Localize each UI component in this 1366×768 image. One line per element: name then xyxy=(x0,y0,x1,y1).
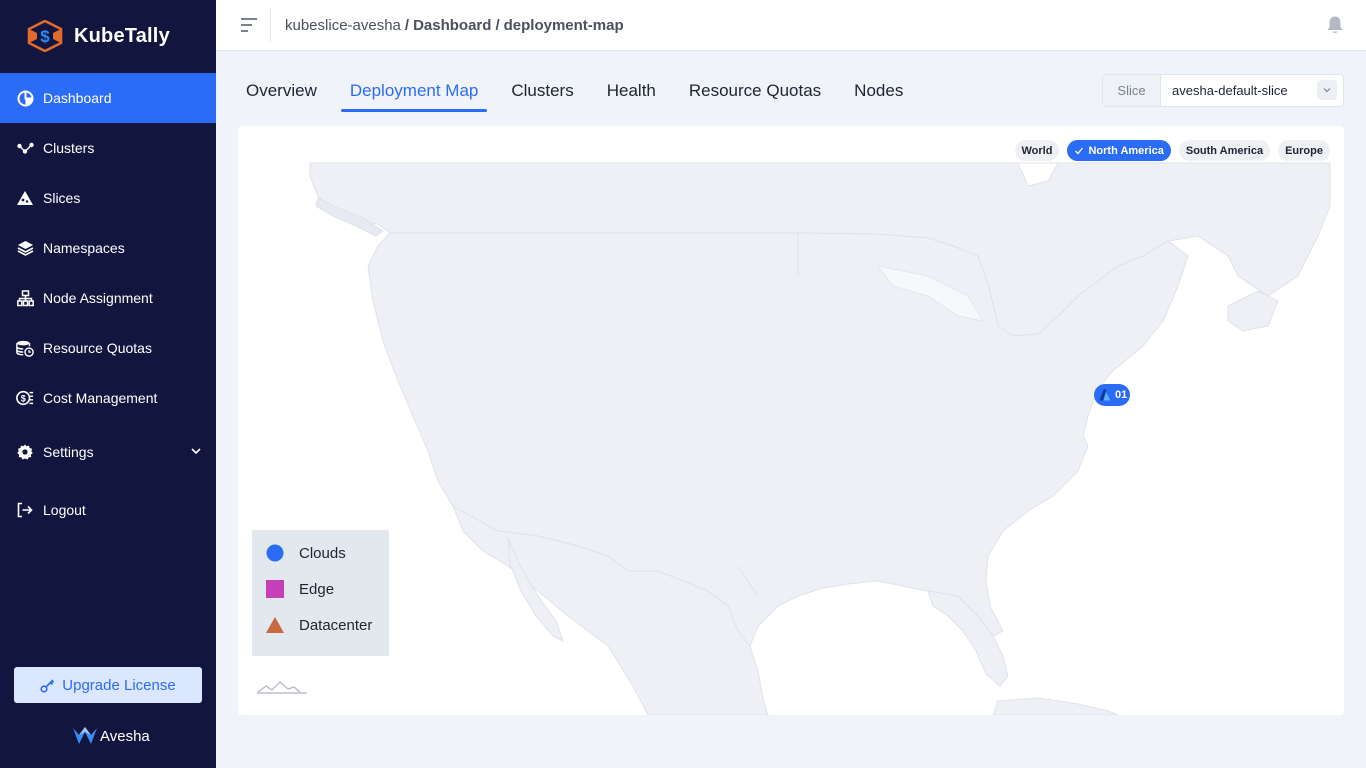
map-legend: Clouds Edge Datacenter xyxy=(252,530,389,656)
chevron-down-icon xyxy=(191,448,201,455)
legend-label: Datacenter xyxy=(299,616,373,634)
check-icon xyxy=(1075,147,1084,154)
legend-label: Clouds xyxy=(299,544,346,562)
clusters-icon xyxy=(16,139,34,157)
slice-select-value[interactable]: avesha-default-slice xyxy=(1161,75,1317,106)
triangle-icon xyxy=(265,615,285,635)
dashboard-tabs: Overview Deployment Map Clusters Health … xyxy=(246,78,936,112)
legend-item-edge: Edge xyxy=(265,579,334,599)
tab-resource-quotas[interactable]: Resource Quotas xyxy=(689,78,821,112)
sidebar-nav: Dashboard Clusters Slices Namespaces Nod… xyxy=(0,73,216,535)
menu-toggle-icon[interactable] xyxy=(240,16,258,34)
tab-overview[interactable]: Overview xyxy=(246,78,317,112)
sidebar-item-logout[interactable]: Logout xyxy=(0,485,216,535)
slice-select-label: Slice xyxy=(1103,75,1161,106)
layers-icon xyxy=(16,239,34,257)
sidebar-item-label: Logout xyxy=(43,502,86,518)
key-icon xyxy=(40,678,55,693)
sidebar-item-namespaces[interactable]: Namespaces xyxy=(0,223,216,273)
sidebar-item-label: Settings xyxy=(43,444,94,460)
sidebar-item-label: Slices xyxy=(43,190,81,206)
gear-icon xyxy=(16,443,34,461)
chevron-down-icon[interactable] xyxy=(1317,80,1337,100)
breadcrumb-item-dashboard[interactable]: Dashboard xyxy=(413,17,491,34)
chip-label: North America xyxy=(1088,144,1164,157)
map-region-newfoundland xyxy=(1227,290,1279,332)
cost-icon: $ xyxy=(16,389,34,407)
sidebar: $ KubeTally Dashboard Clusters Slices Na… xyxy=(0,0,216,768)
top-bar: kubeslice-avesha / Dashboard / deployment-ma… xyxy=(216,0,1366,51)
breadcrumb-item-workspace[interactable]: kubeslice-avesha xyxy=(285,17,401,34)
sidebar-item-label: Node Assignment xyxy=(43,290,153,306)
chip-world[interactable]: World xyxy=(1014,140,1060,161)
chip-europe[interactable]: Europe xyxy=(1278,140,1330,161)
pie-chart-icon xyxy=(16,89,34,107)
cluster-marker[interactable]: 01 xyxy=(1094,384,1130,406)
sidebar-item-label: Clusters xyxy=(43,140,95,156)
sidebar-item-label: Dashboard xyxy=(43,90,112,106)
map-attribution-icon xyxy=(257,681,307,694)
deployment-map[interactable]: World North America South America Europe… xyxy=(238,126,1344,715)
tab-health[interactable]: Health xyxy=(607,78,656,112)
sidebar-item-slices[interactable]: Slices xyxy=(0,173,216,223)
svg-text:$: $ xyxy=(40,27,50,46)
azure-icon xyxy=(1099,389,1111,401)
sidebar-item-clusters[interactable]: Clusters xyxy=(0,123,216,173)
hierarchy-icon xyxy=(16,289,34,307)
sidebar-item-label: Namespaces xyxy=(43,240,125,256)
breadcrumb-separator: / xyxy=(495,17,500,34)
slice-select[interactable]: Slice avesha-default-slice xyxy=(1102,74,1344,107)
breadcrumb-separator: / xyxy=(404,17,410,34)
avesha-brand: Avesha xyxy=(72,726,150,746)
logout-icon xyxy=(16,501,34,519)
breadcrumb-item-current: deployment-map xyxy=(503,17,624,34)
upgrade-license-label: Upgrade License xyxy=(62,676,176,694)
marker-label: 01 xyxy=(1115,389,1128,401)
region-filter: World North America South America Europe xyxy=(1007,140,1330,161)
bell-icon[interactable] xyxy=(1326,15,1344,35)
sidebar-item-settings[interactable]: Settings xyxy=(0,427,216,477)
sidebar-item-node-assignment[interactable]: Node Assignment xyxy=(0,273,216,323)
brand-name: KubeTally xyxy=(74,24,170,47)
map-region-cuba xyxy=(992,697,1119,715)
sidebar-item-dashboard[interactable]: Dashboard xyxy=(0,73,216,123)
kubetally-logo-icon: $ xyxy=(27,20,63,52)
square-icon xyxy=(265,579,285,599)
chip-south-america[interactable]: South America xyxy=(1178,140,1271,161)
avesha-name: Avesha xyxy=(100,727,150,745)
avesha-logo-icon xyxy=(73,727,97,744)
circle-icon xyxy=(265,543,285,563)
chip-north-america[interactable]: North America xyxy=(1067,140,1171,161)
quota-icon xyxy=(16,339,34,357)
slices-icon xyxy=(16,189,34,207)
tab-deployment-map[interactable]: Deployment Map xyxy=(340,78,487,112)
sidebar-item-label: Resource Quotas xyxy=(43,340,152,356)
tab-nodes[interactable]: Nodes xyxy=(854,78,903,112)
brand[interactable]: $ KubeTally xyxy=(26,20,170,52)
legend-item-clouds: Clouds xyxy=(265,543,346,563)
sidebar-item-label: Cost Management xyxy=(43,390,158,406)
breadcrumb: kubeslice-avesha / Dashboard / deployment-ma… xyxy=(285,17,624,34)
upgrade-license-button[interactable]: Upgrade License xyxy=(14,667,202,703)
sidebar-item-resource-quotas[interactable]: Resource Quotas xyxy=(0,323,216,373)
sidebar-item-cost-management[interactable]: $ Cost Management xyxy=(0,373,216,423)
legend-label: Edge xyxy=(299,580,335,598)
divider xyxy=(270,8,271,42)
north-america-map[interactable] xyxy=(238,126,1344,715)
tab-clusters[interactable]: Clusters xyxy=(511,78,573,112)
legend-item-datacenter: Datacenter xyxy=(265,615,372,635)
svg-text:$: $ xyxy=(21,394,26,404)
